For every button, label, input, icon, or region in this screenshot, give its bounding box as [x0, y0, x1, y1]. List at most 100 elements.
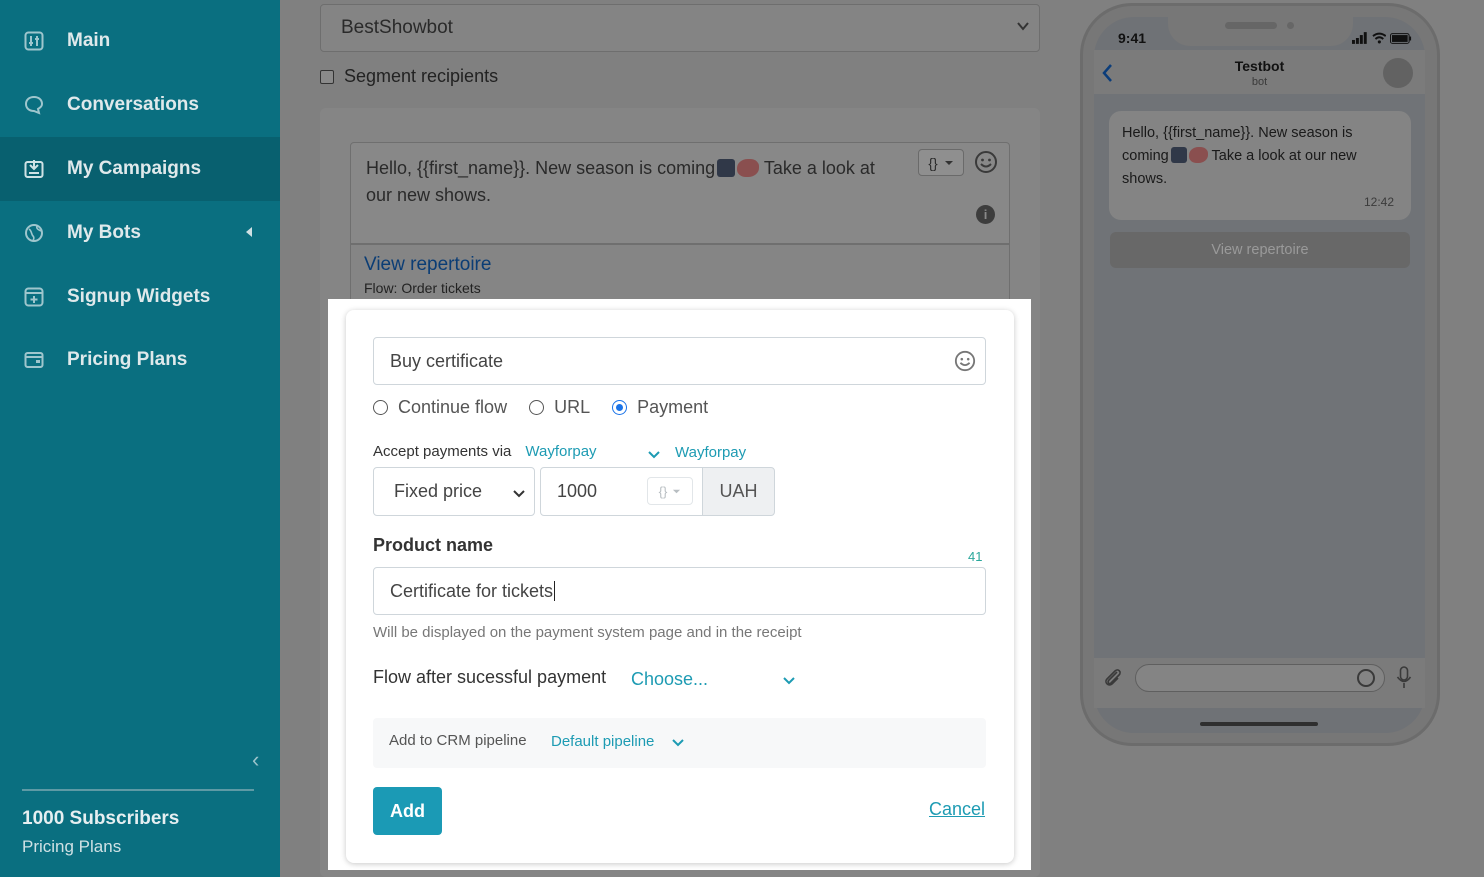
- text-cursor: [554, 581, 556, 601]
- radio-circle-checked[interactable]: [612, 400, 628, 415]
- crm-pipeline-select[interactable]: Default pipeline: [551, 733, 654, 750]
- price-amount-value: 1000: [557, 481, 598, 501]
- radio-continue-flow[interactable]: Continue flow: [373, 397, 507, 418]
- radio-url[interactable]: URL: [529, 397, 590, 418]
- action-type-radios: Continue flow URL Payment: [373, 397, 730, 418]
- chat-bubble-icon: [24, 95, 44, 115]
- sidebar-item-main[interactable]: Main: [0, 9, 280, 73]
- view-repertoire-button-link[interactable]: View repertoire: [364, 254, 996, 276]
- price-type-value: Fixed price: [394, 481, 483, 501]
- equalizer-icon: [24, 31, 44, 51]
- variables-button[interactable]: {}: [918, 149, 964, 176]
- sidebar-divider: [22, 789, 254, 791]
- sidebar: Main Conversations My Campaigns My Bots …: [0, 0, 280, 877]
- flow-after-payment-select[interactable]: Choose...: [631, 669, 708, 690]
- chevron-down-icon[interactable]: [782, 673, 796, 687]
- wifi-icon: [1372, 32, 1387, 44]
- campaign-icon: [24, 159, 44, 179]
- chevron-down-icon[interactable]: [671, 735, 685, 749]
- signal-icon: [1352, 32, 1367, 44]
- phone-speaker: [1225, 22, 1277, 29]
- phone-time: 9:41: [1118, 30, 1147, 46]
- button-flow-label: Flow: Order tickets: [364, 280, 481, 296]
- wallet-icon: [24, 350, 44, 370]
- caret-down-icon: [673, 489, 681, 493]
- chevron-down-icon: [512, 484, 526, 498]
- widget-plus-icon: [24, 287, 44, 307]
- message-text-1: Hello, {{first_name}}. New season is com…: [366, 158, 716, 178]
- battery-icon: [1390, 32, 1412, 44]
- bird-emoji-icon: [737, 159, 760, 177]
- segment-label: Segment recipients: [344, 66, 499, 86]
- microphone-icon: [1396, 666, 1412, 690]
- sidebar-item-label: My Campaigns: [67, 158, 202, 179]
- accept-payments-row: Accept payments via Wayforpay: [373, 443, 597, 460]
- radio-circle[interactable]: [373, 400, 388, 415]
- chevron-down-icon: [1017, 19, 1029, 35]
- caret-left-icon: [246, 227, 252, 237]
- braces-icon: {}: [658, 483, 668, 499]
- phone-message-input: [1135, 664, 1385, 692]
- chevron-down-icon[interactable]: [647, 447, 661, 461]
- phone-bot-name: Testbot: [1234, 58, 1285, 74]
- add-button[interactable]: Add: [373, 787, 442, 835]
- phone-notch: [1168, 14, 1353, 46]
- theater-mask-emoji-icon: [717, 159, 736, 177]
- sidebar-item-label: Signup Widgets: [67, 286, 211, 307]
- radio-label: URL: [554, 397, 591, 417]
- theater-mask-emoji-icon: [1170, 147, 1187, 163]
- emoji-icon[interactable]: [954, 350, 976, 372]
- product-name-input[interactable]: Certificate for tickets: [373, 567, 986, 615]
- radio-label: Payment: [637, 397, 709, 417]
- product-name-hint: Will be displayed on the payment system …: [373, 624, 802, 641]
- payment-provider-link[interactable]: Wayforpay: [675, 444, 746, 461]
- collapse-sidebar-icon[interactable]: ‹: [252, 749, 268, 771]
- price-type-select[interactable]: Fixed price: [373, 467, 535, 516]
- button-text-input[interactable]: Buy certificate: [373, 337, 986, 385]
- phone-bot-sub: bot: [1251, 76, 1268, 88]
- pricing-plans-link[interactable]: Pricing Plans: [22, 837, 121, 857]
- accept-payments-label: Accept payments via: [373, 443, 512, 460]
- cancel-link[interactable]: Cancel: [929, 799, 985, 820]
- message-button-area: View repertoire Flow: Order tickets: [350, 244, 1010, 304]
- message-textarea[interactable]: Hello, {{first_name}}. New season is com…: [350, 142, 1010, 244]
- braces-icon: {}: [928, 154, 938, 171]
- globe-icon: [24, 223, 44, 243]
- info-icon[interactable]: i: [976, 205, 995, 224]
- sidebar-item-label: Conversations: [67, 94, 199, 115]
- button-text-value: Buy certificate: [390, 350, 504, 371]
- phone-message-time: 12:42: [1364, 195, 1395, 209]
- bird-emoji-icon: [1188, 147, 1208, 163]
- sidebar-item-pricing-plans[interactable]: Pricing Plans: [0, 328, 280, 392]
- sidebar-item-conversations[interactable]: Conversations: [0, 73, 280, 137]
- product-name-counter: 41: [968, 549, 983, 564]
- bot-select[interactable]: BestShowbot: [320, 4, 1040, 52]
- currency-addon: UAH: [702, 467, 775, 516]
- sidebar-item-my-bots[interactable]: My Bots: [0, 201, 280, 265]
- emoji-icon[interactable]: [974, 150, 998, 174]
- phone-status-icons: [1352, 31, 1412, 45]
- subscribers-count: 1000 Subscribers: [22, 808, 180, 829]
- sidebar-item-label: Pricing Plans: [67, 349, 188, 370]
- price-variables-button[interactable]: {}: [647, 477, 693, 505]
- sidebar-item-label: Main: [67, 30, 111, 51]
- product-name-value: Certificate for tickets: [390, 580, 554, 601]
- crm-pipeline-label: Add to CRM pipeline: [389, 732, 527, 749]
- radio-payment[interactable]: Payment: [612, 397, 708, 418]
- flow-after-payment-label: Flow after sucessful payment: [373, 667, 607, 687]
- phone-home-indicator: [1200, 722, 1318, 726]
- caret-down-icon: [944, 160, 953, 165]
- product-name-label: Product name: [373, 535, 494, 555]
- phone-inline-button: View repertoire: [1110, 232, 1410, 268]
- avatar: [1383, 58, 1413, 88]
- phone-camera: [1287, 22, 1294, 29]
- payment-provider-select[interactable]: Wayforpay: [525, 443, 596, 460]
- sidebar-item-label: My Bots: [67, 222, 141, 243]
- radio-circle[interactable]: [529, 400, 545, 415]
- bot-select-value: BestShowbot: [341, 17, 453, 38]
- segment-checkbox[interactable]: [320, 69, 334, 84]
- radio-label: Continue flow: [398, 397, 508, 417]
- segment-recipients-row[interactable]: Segment recipients: [320, 66, 498, 87]
- sidebar-item-signup-widgets[interactable]: Signup Widgets: [0, 265, 280, 329]
- sidebar-item-my-campaigns[interactable]: My Campaigns: [0, 137, 280, 201]
